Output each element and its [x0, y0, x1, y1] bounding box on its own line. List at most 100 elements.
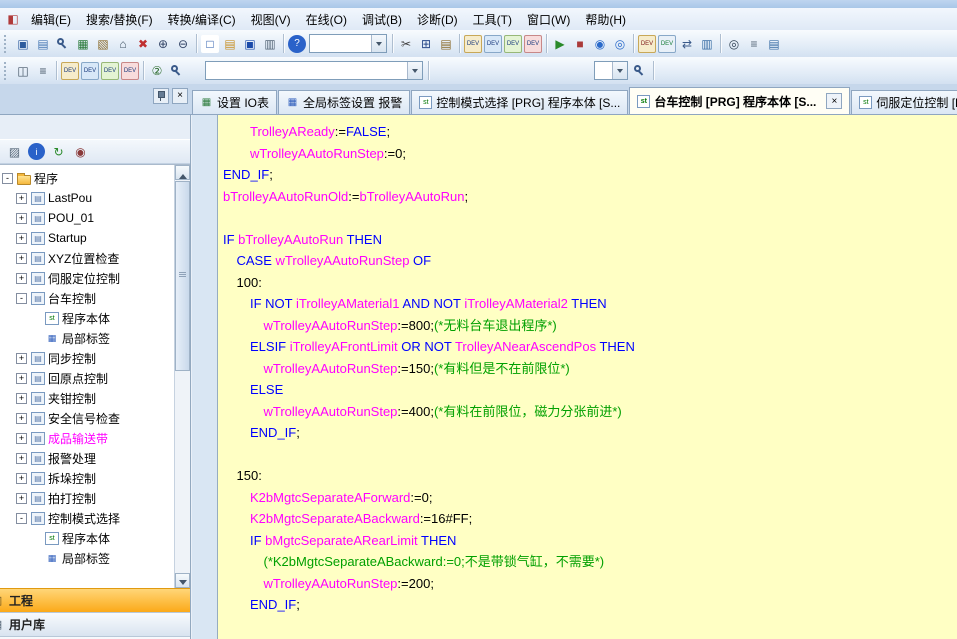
pt-new-icon[interactable]: ▨: [6, 143, 23, 160]
monitor-stop-icon[interactable]: ■: [571, 35, 589, 53]
tree-item[interactable]: +▤回原点控制: [0, 368, 175, 388]
search-go-icon[interactable]: [631, 62, 649, 80]
menu-item[interactable]: 工具(T): [466, 8, 519, 31]
tree-item[interactable]: +▤LastPou: [0, 188, 175, 208]
nav-bar[interactable]: ▤用户库: [0, 612, 190, 636]
dev-batch2-icon[interactable]: DEV: [81, 62, 99, 80]
window-list-icon[interactable]: ≡: [34, 62, 52, 80]
tree-expander-icon[interactable]: +: [16, 233, 27, 244]
combo-dropdown-icon[interactable]: [612, 62, 627, 79]
tree-item[interactable]: +▤同步控制: [0, 348, 175, 368]
tree-expander-icon[interactable]: +: [16, 193, 27, 204]
paste-icon[interactable]: ▤: [437, 35, 455, 53]
menu-item[interactable]: 诊断(D): [410, 8, 465, 31]
menu-item[interactable]: 窗口(W): [520, 8, 577, 31]
tree-item[interactable]: +▤报警处理: [0, 448, 175, 468]
tree-expander-icon[interactable]: +: [16, 433, 27, 444]
delete-icon[interactable]: ✖: [134, 35, 152, 53]
st-editor[interactable]: TrolleyAReady:=FALSE;wTrolleyAAutoRunSte…: [192, 115, 957, 639]
dock-window-icon[interactable]: ◫: [14, 62, 32, 80]
pt-refresh-icon[interactable]: ↻: [50, 143, 67, 160]
tree-expander-icon[interactable]: +: [16, 453, 27, 464]
watch-on-icon[interactable]: ◉: [591, 35, 609, 53]
find-small-icon[interactable]: [168, 62, 186, 80]
tree-expander-icon[interactable]: +: [16, 213, 27, 224]
code-area[interactable]: TrolleyAReady:=FALSE;wTrolleyAAutoRunSte…: [218, 115, 957, 639]
pt-user-icon[interactable]: ◉: [72, 143, 89, 160]
tree-item[interactable]: -程序: [0, 168, 175, 188]
document-tab[interactable]: ▦设置 IO表: [192, 90, 277, 114]
menu-item[interactable]: 帮助(H): [578, 8, 633, 31]
device-comment-icon[interactable]: ▧: [94, 35, 112, 53]
tree-item[interactable]: +▤拍打控制: [0, 488, 175, 508]
tree-item[interactable]: +▤XYZ位置检查: [0, 248, 175, 268]
menu-item[interactable]: 在线(O): [299, 8, 354, 31]
tree-scrollbar[interactable]: [174, 165, 190, 588]
watch-off-icon[interactable]: ◎: [611, 35, 629, 53]
tree-expander-icon[interactable]: -: [2, 173, 13, 184]
library-window-icon[interactable]: ▤: [34, 35, 52, 53]
tree-item[interactable]: st程序本体: [0, 308, 175, 328]
tree-item[interactable]: ▦局部标签: [0, 548, 175, 568]
tree-expander-icon[interactable]: +: [16, 273, 27, 284]
tree-expander-icon[interactable]: +: [16, 473, 27, 484]
project-window-icon[interactable]: ▣: [14, 35, 32, 53]
print-icon[interactable]: ▥: [261, 35, 279, 53]
menu-item[interactable]: 转换/编译(C): [161, 8, 243, 31]
dev-monitor-icon[interactable]: DEV: [524, 35, 542, 53]
dev-write2-icon[interactable]: DEV: [638, 35, 656, 53]
zoom-in-icon[interactable]: ⊕: [154, 35, 172, 53]
menu-item[interactable]: 编辑(E): [24, 8, 78, 31]
pin-panel-icon[interactable]: [153, 88, 169, 104]
nav-bar[interactable]: ▣工程: [0, 588, 190, 612]
screen-icon[interactable]: ▥: [698, 35, 716, 53]
menu-item[interactable]: 视图(V): [244, 8, 298, 31]
new-doc-icon[interactable]: □: [201, 35, 219, 53]
toolbar-combobox[interactable]: [205, 61, 423, 80]
tree-item[interactable]: +▤夹钳控制: [0, 388, 175, 408]
cross-reference-icon[interactable]: ▦: [74, 35, 92, 53]
monitor-start-icon[interactable]: ▶: [551, 35, 569, 53]
document-tab[interactable]: st控制模式选择 [PRG] 程序本体 [S...: [411, 90, 628, 114]
scroll-up-icon[interactable]: [175, 165, 190, 180]
tree-expander-icon[interactable]: +: [16, 493, 27, 504]
connect-icon[interactable]: ≡: [745, 35, 763, 53]
document-tab[interactable]: ▦全局标签设置 报警: [278, 90, 410, 114]
open-doc-icon[interactable]: ▤: [221, 35, 239, 53]
close-panel-icon[interactable]: ×: [172, 88, 188, 104]
document-tab[interactable]: st台车控制 [PRG] 程序本体 [S...×: [629, 87, 850, 114]
tree-item[interactable]: +▤Startup: [0, 228, 175, 248]
combo-dropdown-icon[interactable]: [371, 35, 386, 52]
tree-item[interactable]: +▤成品输送带: [0, 428, 175, 448]
tree-item[interactable]: st程序本体: [0, 528, 175, 548]
copy-icon[interactable]: ⊞: [417, 35, 435, 53]
tree-expander-icon[interactable]: +: [16, 253, 27, 264]
dev-write-icon[interactable]: DEV: [464, 35, 482, 53]
tree-expander-icon[interactable]: +: [16, 353, 27, 364]
combo-dropdown-icon[interactable]: [407, 62, 422, 79]
tree-expander-icon[interactable]: -: [16, 513, 27, 524]
tree-item[interactable]: -▤控制模式选择: [0, 508, 175, 528]
scroll-down-icon[interactable]: [175, 573, 190, 588]
tree-expander-icon[interactable]: +: [16, 393, 27, 404]
dev-batch1-icon[interactable]: DEV: [61, 62, 79, 80]
tree-item[interactable]: ▦局部标签: [0, 328, 175, 348]
tree-item[interactable]: +▤POU_01: [0, 208, 175, 228]
toolbar-combobox[interactable]: [594, 61, 628, 80]
help-icon[interactable]: ?: [288, 35, 306, 53]
step-number-icon[interactable]: ②: [148, 62, 166, 80]
tree-expander-icon[interactable]: +: [16, 373, 27, 384]
menu-item[interactable]: 调试(B): [355, 8, 409, 31]
scroll-thumb[interactable]: [175, 181, 190, 371]
tab-close-icon[interactable]: ×: [826, 93, 842, 109]
zoom-out-icon[interactable]: ⊖: [174, 35, 192, 53]
view-glasses-icon[interactable]: ◎: [725, 35, 743, 53]
ladder-view-icon[interactable]: ⇄: [678, 35, 696, 53]
cut-icon[interactable]: ✂: [397, 35, 415, 53]
dev-batch3-icon[interactable]: DEV: [101, 62, 119, 80]
tree-expander-icon[interactable]: -: [16, 293, 27, 304]
tree-expander-icon[interactable]: +: [16, 413, 27, 424]
find-window-icon[interactable]: [54, 35, 72, 53]
toolbar-combobox[interactable]: [309, 34, 387, 53]
dev-read2-icon[interactable]: DEV: [658, 35, 676, 53]
